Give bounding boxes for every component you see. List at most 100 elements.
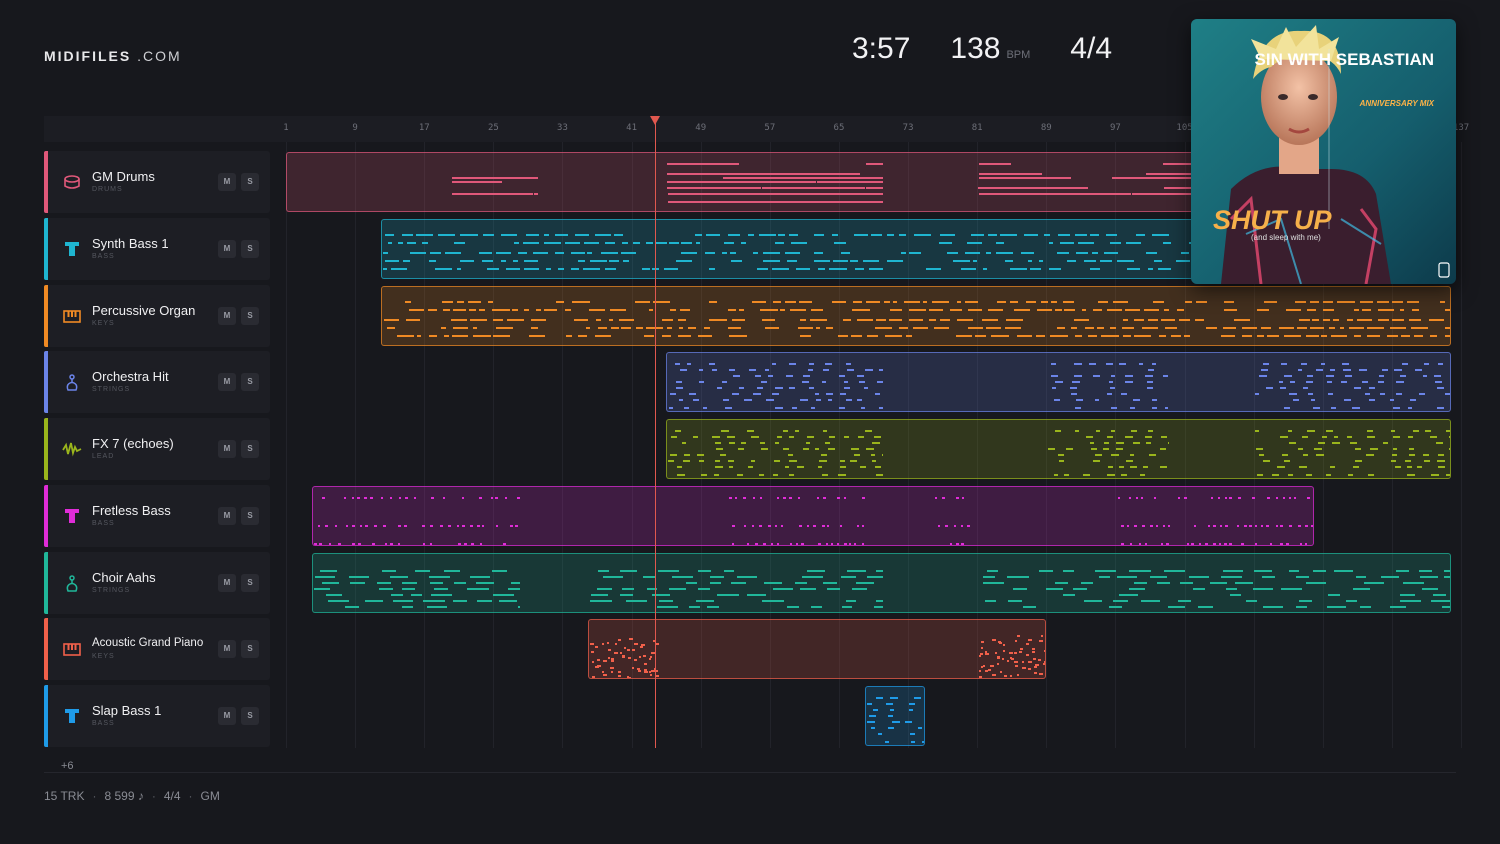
mute-button[interactable]: M — [218, 707, 236, 725]
note-block — [1316, 454, 1325, 456]
midi-clip[interactable] — [381, 285, 1451, 346]
note-block — [1163, 569, 1185, 572]
note-block — [704, 251, 716, 254]
note-block — [601, 643, 605, 646]
note-block — [1071, 381, 1080, 384]
solo-button[interactable]: S — [241, 373, 259, 392]
note-block — [479, 496, 483, 499]
note-block — [640, 643, 645, 646]
playhead-marker-icon[interactable] — [650, 116, 660, 125]
note-block — [378, 587, 393, 590]
solo-button[interactable]: S — [241, 173, 259, 191]
note-block — [609, 318, 614, 321]
note-block — [1329, 326, 1336, 329]
note-block — [813, 251, 824, 254]
note-block — [390, 542, 394, 545]
midi-clip[interactable] — [311, 552, 1451, 613]
note-block — [364, 496, 367, 499]
midi-clip[interactable] — [666, 419, 1451, 479]
note-block — [886, 259, 903, 262]
midi-clip[interactable] — [666, 352, 1451, 413]
note-block — [613, 233, 623, 236]
note-block — [789, 460, 798, 462]
note-block — [908, 703, 915, 705]
track-header[interactable]: Orchestra Hit STRINGS M S — [44, 351, 270, 414]
track-header[interactable]: Slap Bass 1 BASS M S — [44, 685, 270, 747]
note-block — [761, 187, 865, 189]
mute-button[interactable]: M — [218, 239, 236, 258]
ruler-tick: 89 — [1040, 123, 1052, 133]
solo-button[interactable]: S — [241, 506, 259, 525]
note-block — [846, 369, 855, 372]
note-block — [985, 599, 996, 602]
note-block — [866, 334, 879, 337]
bass-icon — [62, 239, 82, 259]
note-block — [492, 569, 508, 572]
midi-clip[interactable] — [588, 619, 1047, 680]
note-block — [1301, 363, 1307, 366]
track-name: Percussive Organ — [92, 302, 196, 318]
note-block — [1077, 241, 1095, 244]
solo-button[interactable]: S — [241, 707, 259, 725]
mute-button[interactable]: M — [218, 440, 236, 458]
note-block — [1367, 436, 1375, 438]
note-block — [1191, 542, 1195, 545]
solo-button[interactable]: S — [241, 306, 259, 325]
midi-clip[interactable] — [864, 686, 926, 746]
track-header[interactable]: Choir Aahs STRINGS M S — [44, 551, 270, 614]
mute-button[interactable]: M — [218, 373, 236, 392]
note-block — [597, 665, 601, 668]
note-block — [973, 259, 978, 262]
note-block — [1343, 369, 1351, 372]
note-block — [359, 524, 362, 527]
note-block — [828, 448, 836, 450]
note-block — [772, 393, 780, 396]
mute-button[interactable]: M — [218, 306, 236, 325]
track-header[interactable]: Fretless Bass BASS M S — [44, 484, 270, 547]
more-tracks-count[interactable]: +6 — [61, 760, 74, 772]
mute-button[interactable]: M — [218, 640, 236, 659]
note-block — [1286, 542, 1289, 545]
note-block — [1266, 387, 1273, 390]
note-block — [1095, 569, 1116, 572]
mute-button[interactable]: M — [218, 506, 236, 525]
note-block — [1074, 233, 1087, 236]
note-block — [912, 326, 928, 329]
note-block — [668, 587, 686, 590]
note-block — [1009, 652, 1014, 655]
solo-button[interactable]: S — [241, 440, 259, 458]
note-block — [1252, 496, 1255, 499]
track-header[interactable]: Acoustic Grand Piano KEYS M S — [44, 618, 270, 681]
note-block — [741, 241, 747, 244]
note-block — [570, 251, 585, 254]
note-block — [439, 524, 443, 527]
track-header[interactable]: Percussive Organ KEYS M S — [44, 284, 270, 347]
solo-button[interactable]: S — [241, 239, 259, 258]
note-block — [729, 466, 734, 468]
note-block — [1141, 496, 1144, 499]
mute-button[interactable]: M — [218, 173, 236, 191]
track-header[interactable]: FX 7 (echoes) LEAD M S — [44, 418, 270, 480]
midi-clip[interactable] — [311, 485, 1315, 546]
note-block — [620, 593, 634, 596]
note-block — [850, 460, 858, 462]
note-block — [1283, 334, 1301, 337]
playhead[interactable] — [655, 122, 656, 748]
mute-button[interactable]: M — [218, 573, 236, 592]
solo-button[interactable]: S — [241, 573, 259, 592]
note-block — [1329, 466, 1335, 468]
note-block — [1165, 542, 1169, 545]
note-block — [1189, 575, 1210, 578]
note-block — [1221, 575, 1243, 578]
note-block — [784, 466, 789, 468]
track-header[interactable]: Synth Bass 1 BASS M S — [44, 217, 270, 280]
track-header[interactable]: GM Drums DRUMS M S — [44, 151, 270, 213]
note-block — [1116, 575, 1138, 578]
song-summary: 15 TRK · 8 599 ♪ · 4/4 · GM — [44, 789, 220, 803]
note-block — [1040, 634, 1044, 637]
note-block — [589, 308, 606, 311]
note-block — [774, 407, 783, 410]
note-block — [776, 436, 783, 438]
solo-button[interactable]: S — [241, 640, 259, 659]
note-block — [675, 363, 681, 366]
